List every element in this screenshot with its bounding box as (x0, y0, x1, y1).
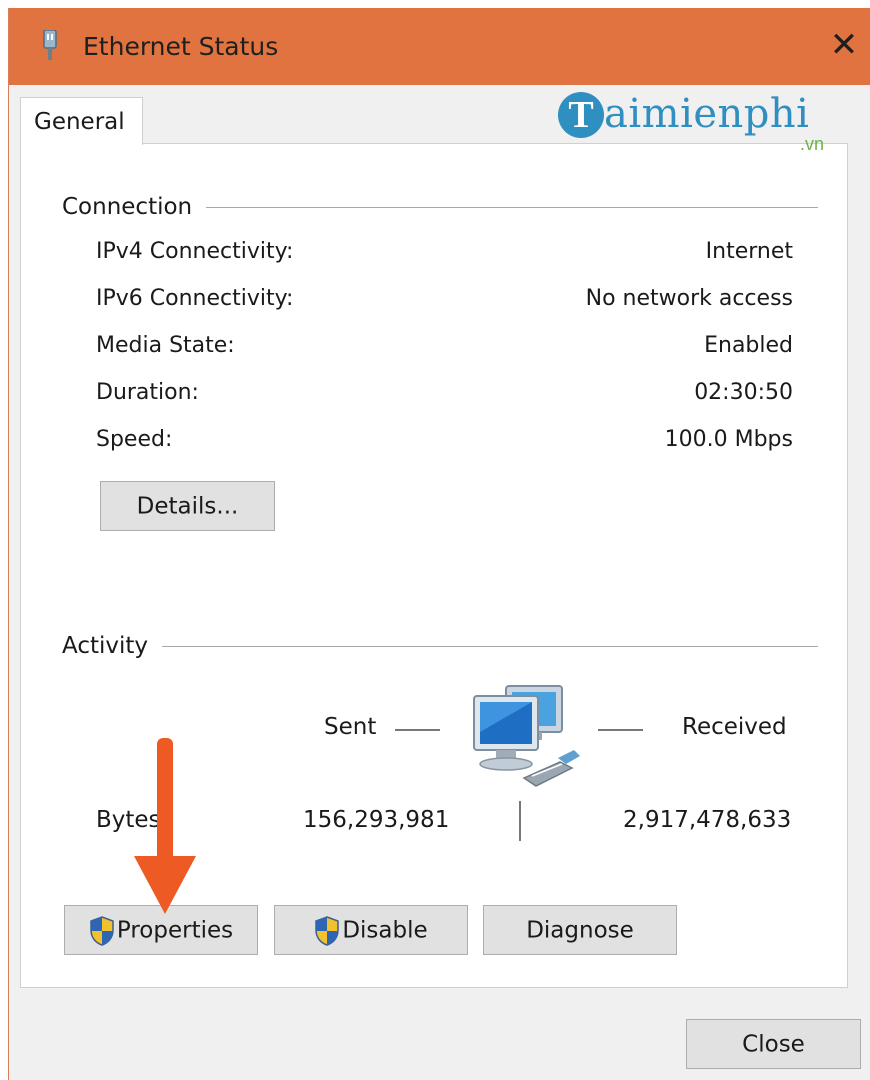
connection-heading: Connection (62, 192, 207, 222)
network-computers-icon (473, 685, 580, 787)
ipv4-connectivity-value: Internet (705, 239, 793, 264)
bytes-received-value: 2,917,478,633 (623, 807, 792, 833)
ethernet-adapter-icon (43, 30, 57, 60)
bytes-separator (519, 801, 521, 841)
received-label: Received (682, 714, 787, 740)
speed-label: Speed: (96, 427, 173, 452)
uac-shield-icon (90, 915, 114, 946)
watermark-initial: T (558, 92, 604, 138)
disable-button[interactable]: Disable (274, 905, 468, 955)
watermark-logo: T aimienphi .vn (556, 88, 856, 168)
bytes-sent-value: 156,293,981 (303, 807, 450, 833)
close-icon[interactable]: ✕ (827, 28, 861, 62)
sent-dash (395, 729, 440, 731)
details-button[interactable]: Details... (100, 481, 275, 531)
ipv4-connectivity-label: IPv4 Connectivity: (96, 239, 294, 264)
title-bar[interactable]: Ethernet Status ✕ (9, 8, 870, 85)
sent-label: Sent (324, 714, 377, 740)
close-button-label: Close (742, 1031, 805, 1058)
window-title: Ethernet Status (83, 32, 279, 61)
red-down-arrow-icon (134, 738, 196, 914)
speed-value: 100.0 Mbps (664, 427, 793, 452)
media-state-value: Enabled (704, 333, 793, 358)
details-button-label: Details... (136, 493, 239, 520)
activity-heading: Activity (62, 631, 163, 661)
ipv6-connectivity-label: IPv6 Connectivity: (96, 286, 294, 311)
diagnose-button-label: Diagnose (526, 917, 634, 944)
close-button[interactable]: Close (686, 1019, 861, 1069)
media-state-label: Media State: (96, 333, 235, 358)
disable-button-label: Disable (342, 917, 428, 944)
duration-value: 02:30:50 (694, 380, 793, 405)
tab-general[interactable]: General (20, 97, 143, 145)
watermark-suffix: .vn (800, 134, 825, 154)
ipv6-connectivity-value: No network access (585, 286, 793, 311)
watermark-brand: aimienphi (604, 91, 810, 137)
received-dash (598, 729, 643, 731)
properties-button-label: Properties (116, 917, 234, 944)
diagnose-button[interactable]: Diagnose (483, 905, 677, 955)
duration-label: Duration: (96, 380, 199, 405)
activity-divider (62, 646, 818, 647)
uac-shield-icon (315, 915, 340, 946)
